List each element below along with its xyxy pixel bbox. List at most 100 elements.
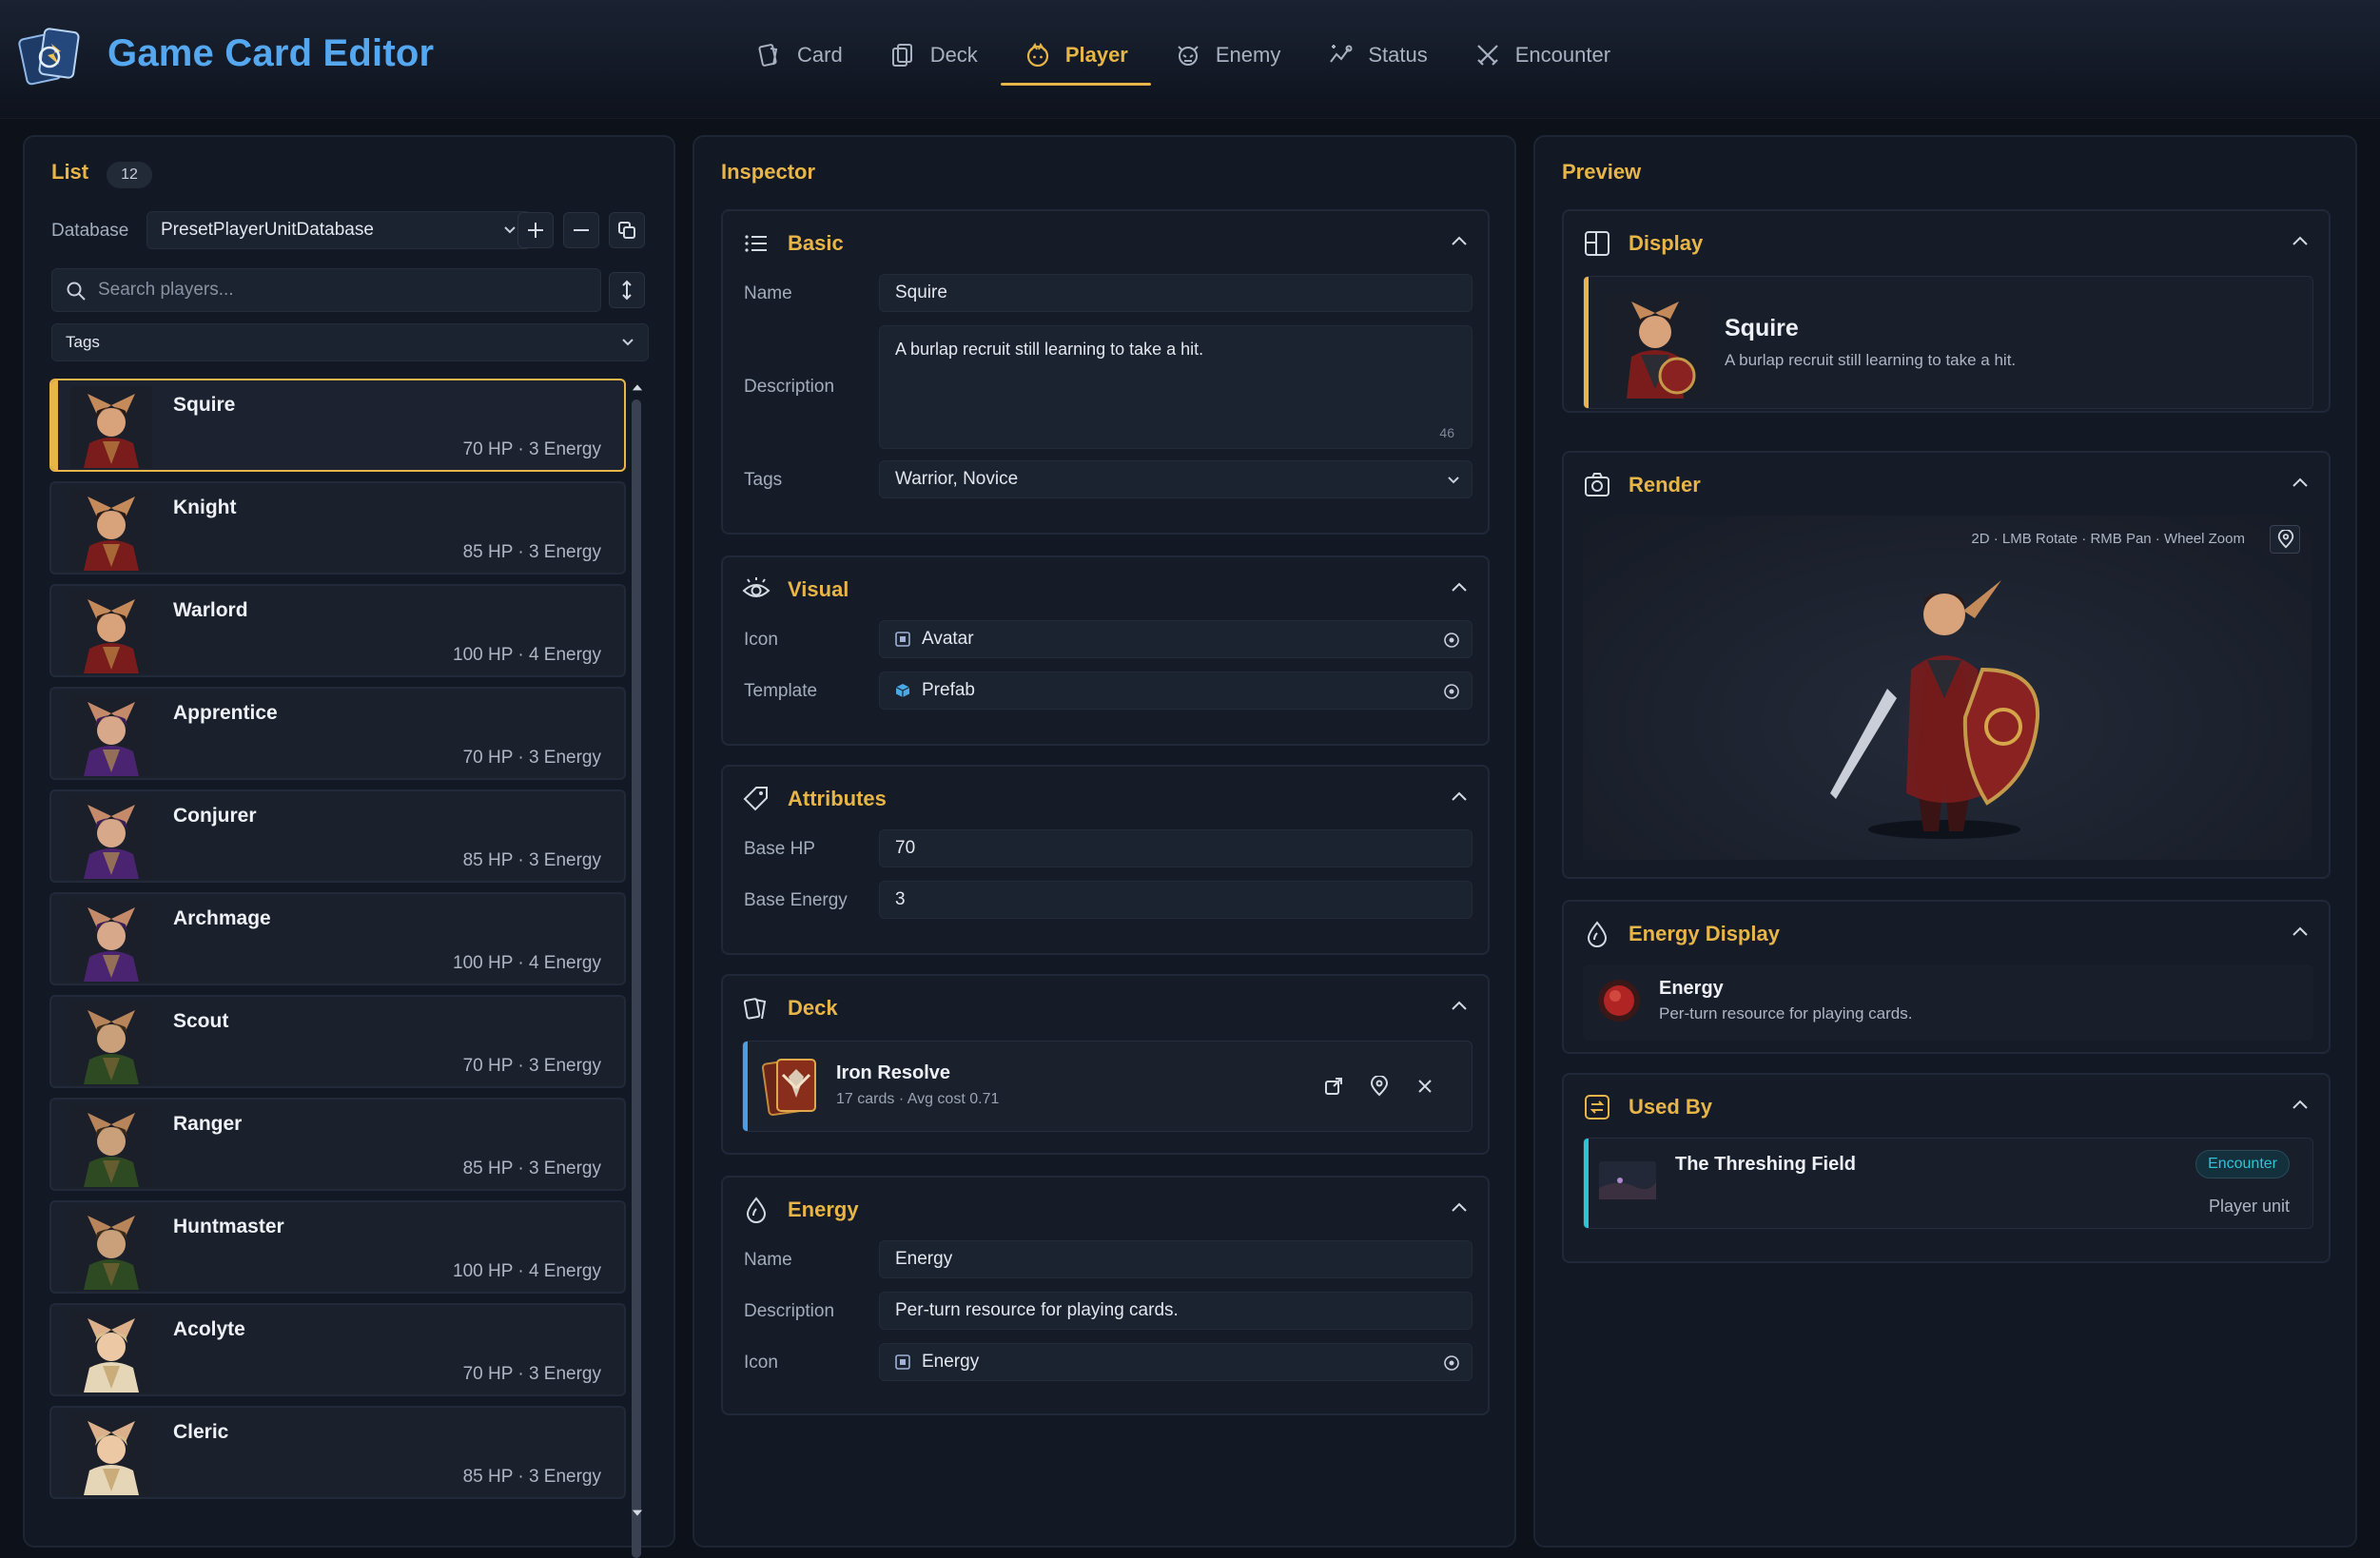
chevron-up-icon[interactable] (2291, 476, 2310, 489)
deck-icon (743, 998, 767, 1020)
deck-section-header[interactable]: Deck (742, 993, 838, 1023)
sort-icon (622, 280, 632, 301)
player-list-item[interactable]: Conjurer 85 HP · 3 Energy (49, 789, 626, 883)
attributes-title: Attributes (788, 787, 887, 810)
chevron-up-icon[interactable] (2291, 234, 2310, 247)
scroll-up-icon[interactable] (632, 382, 643, 392)
player-list-item[interactable]: Ranger 85 HP · 3 Energy (49, 1098, 626, 1191)
basic-section: Basic Name Squire Description A burlap r… (721, 209, 1490, 535)
visual-section-header[interactable]: Visual (742, 575, 849, 605)
tab-player[interactable]: Player (1000, 25, 1151, 86)
energy-display-header[interactable]: Energy Display (1583, 919, 1780, 949)
template-value: Prefab (922, 680, 975, 700)
player-list-item[interactable]: Cleric 85 HP · 3 Energy (49, 1406, 626, 1499)
base-energy-label: Base Energy (744, 890, 848, 910)
player-list-item[interactable]: Huntmaster 100 HP · 4 Energy (49, 1200, 626, 1294)
energy-icon-field[interactable]: Energy (879, 1343, 1473, 1381)
tab-enemy[interactable]: Enemy (1151, 25, 1303, 86)
tab-card[interactable]: Card (732, 25, 866, 86)
tab-status[interactable]: Status (1303, 25, 1450, 86)
energy-name-field[interactable]: Energy (879, 1240, 1473, 1278)
location-pin-icon[interactable] (1369, 1076, 1390, 1097)
template-field[interactable]: Prefab (879, 672, 1473, 710)
search-input[interactable] (96, 269, 591, 311)
tags-select[interactable]: Warrior, Novice (879, 460, 1473, 498)
layout-icon (1585, 231, 1609, 256)
sort-button[interactable] (609, 272, 645, 308)
chevron-up-icon[interactable] (1450, 999, 1469, 1012)
duplicate-button[interactable] (609, 212, 645, 248)
energy-description-field[interactable]: Per-turn resource for playing cards. (879, 1292, 1473, 1330)
attributes-section-header[interactable]: Attributes (742, 784, 887, 814)
chevron-up-icon[interactable] (1450, 1200, 1469, 1214)
close-icon[interactable] (1414, 1076, 1435, 1097)
chevron-up-icon[interactable] (1450, 789, 1469, 803)
base-energy-field[interactable]: 3 (879, 881, 1473, 919)
scroll-down-icon[interactable] (632, 1509, 643, 1518)
chevron-up-icon[interactable] (1450, 234, 1469, 247)
used-by-header[interactable]: Used By (1583, 1092, 1712, 1122)
player-list-item[interactable]: Warlord 100 HP · 4 Energy (49, 584, 626, 677)
add-button[interactable] (517, 212, 554, 248)
target-icon[interactable] (1443, 632, 1460, 649)
display-section-header[interactable]: Display (1583, 228, 1703, 259)
database-select[interactable]: PresetPlayerUnitDatabase (146, 211, 531, 249)
player-name: Conjurer (173, 805, 257, 827)
open-external-icon[interactable] (1323, 1076, 1344, 1097)
player-name: Squire (173, 394, 236, 416)
tags-label: Tags (744, 470, 783, 490)
used-by-item[interactable]: The Threshing Field Encounter Player uni… (1583, 1138, 2313, 1229)
energy-title: Energy (788, 1198, 859, 1221)
focus-button[interactable] (2270, 525, 2300, 554)
player-list-item[interactable]: Archmage 100 HP · 4 Energy (49, 892, 626, 985)
display-name: Squire (1725, 315, 1799, 341)
player-portrait (70, 1003, 152, 1084)
deck-item[interactable]: Iron Resolve 17 cards · Avg cost 0.71 (742, 1041, 1473, 1132)
player-list-item[interactable]: Acolyte 70 HP · 3 Energy (49, 1303, 626, 1396)
target-icon[interactable] (1443, 1354, 1460, 1372)
chevron-up-icon[interactable] (2291, 1098, 2310, 1111)
display-card: Squire A burlap recruit still learning t… (1583, 276, 2313, 409)
tab-encounter[interactable]: Encounter (1451, 25, 1633, 86)
tags-filter[interactable]: Tags (51, 323, 649, 361)
chevron-up-icon[interactable] (1450, 580, 1469, 594)
player-stats: 100 HP · 4 Energy (453, 1261, 601, 1281)
player-list-item[interactable]: Scout 70 HP · 3 Energy (49, 995, 626, 1088)
app-title: Game Card Editor (107, 32, 435, 74)
player-name: Warlord (173, 599, 248, 621)
player-stats: 100 HP · 4 Energy (453, 953, 601, 973)
enemy-icon (1178, 46, 1199, 66)
icon-field[interactable]: Avatar (879, 620, 1473, 658)
drop-icon (1587, 921, 1608, 947)
tab-deck-label: Deck (929, 43, 978, 67)
deck-title: Deck (788, 996, 838, 1020)
description-field[interactable]: A burlap recruit still learning to take … (879, 325, 1473, 449)
player-list-item[interactable]: Apprentice 70 HP · 3 Energy (49, 687, 626, 780)
base-hp-field[interactable]: 70 (879, 829, 1473, 867)
used-by-role: Player unit (2208, 1197, 2290, 1216)
list-title: List (51, 160, 89, 184)
energy-orb-icon (1598, 980, 1640, 1022)
inspector-panel: Inspector Basic Name Squire Description … (693, 135, 1516, 1548)
basic-section-header[interactable]: Basic (742, 228, 844, 259)
render-section-header[interactable]: Render (1583, 470, 1701, 500)
player-list-item[interactable]: Squire 70 HP · 3 Energy (49, 379, 626, 472)
base-energy-value: 3 (895, 889, 906, 909)
display-section: Display Squire A burlap recruit still le… (1562, 209, 2331, 413)
tab-encounter-label: Encounter (1514, 43, 1611, 67)
energy-section-header[interactable]: Energy (742, 1195, 859, 1225)
tab-deck[interactable]: Deck (866, 25, 1001, 86)
render-viewport[interactable]: 2D · LMB Rotate · RMB Pan · Wheel Zoom (1583, 516, 2312, 860)
target-icon[interactable] (1443, 683, 1460, 700)
used-by-accent (1584, 1139, 1589, 1228)
name-field[interactable]: Squire (879, 274, 1473, 312)
list-scrollbar[interactable] (632, 399, 641, 1558)
player-list-item[interactable]: Knight 85 HP · 3 Energy (49, 481, 626, 575)
remove-button[interactable] (563, 212, 599, 248)
chevron-down-icon (504, 226, 516, 234)
display-portrait (1603, 294, 1707, 399)
player-name: Ranger (173, 1113, 243, 1135)
main-nav: Card Deck Player Enemy Status Encounter (732, 25, 1633, 86)
deck-artwork-icon (761, 1058, 816, 1117)
chevron-up-icon[interactable] (2291, 925, 2310, 938)
